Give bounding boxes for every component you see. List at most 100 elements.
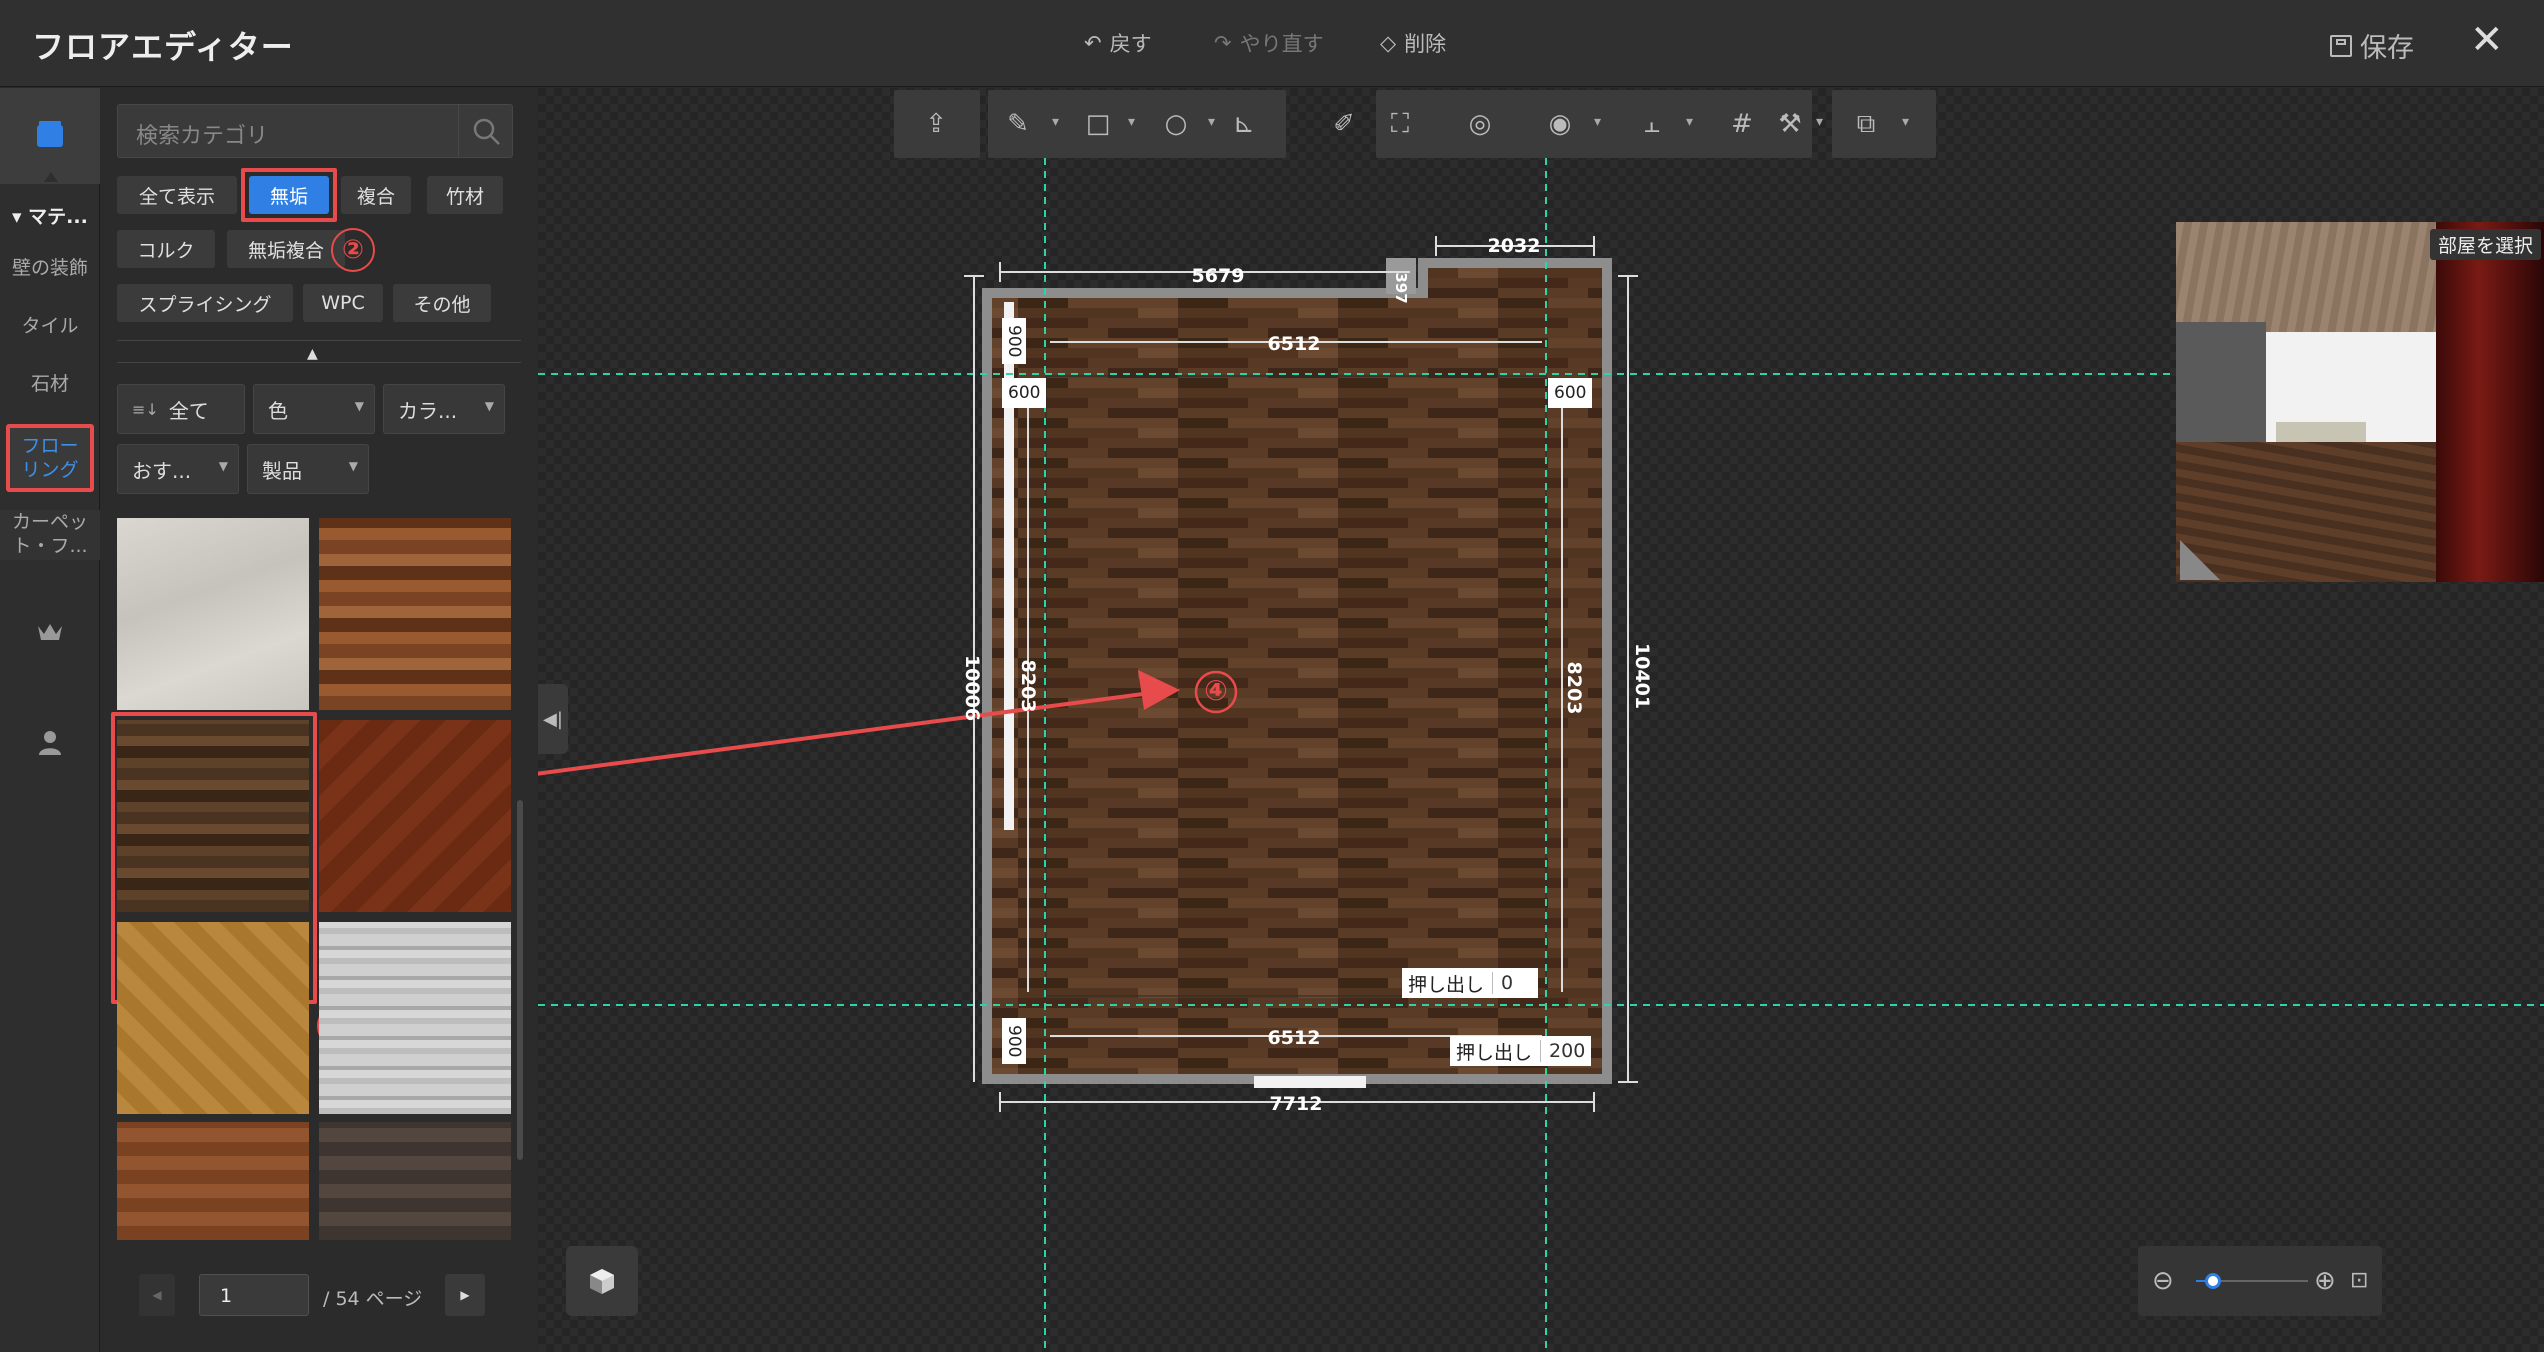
chevron-down-icon: ▼ [218,459,228,473]
dim-right-inner: 8203 [1563,662,1585,715]
redo-icon: ↷ [1214,31,1232,55]
floor-canvas[interactable]: ◀| ⇪ ✎ ▾ □ ▾ ○ ▾ ⊾ ✐ ⛶ ◎ ◉ ▾ ⫠ ▾ # ⚒ ▾ ⧉ ▾ [538,88,2544,1352]
dim-inner-top: 6512 [1268,333,1321,355]
category-cork[interactable]: コルク [117,230,215,268]
zoom-control: ⊖ ⊕ ⊡ [2138,1246,2382,1316]
material-tile[interactable] [319,1122,511,1240]
delete-button[interactable]: ◇ 削除 [1380,28,1446,58]
filter-color2[interactable]: カラ... ▼ [383,384,505,434]
save-icon [2330,34,2352,57]
dim-left-outer: 10006 [961,655,983,721]
scrollbar[interactable] [517,800,523,1160]
nav-group-materials[interactable]: ▾ マテ... [12,202,88,229]
filter-product[interactable]: 製品 ▼ [247,444,369,494]
preview-curtain [2436,222,2544,582]
offset-900-top[interactable]: 900 [1002,318,1026,364]
nav-item-carpet-label: カーペット・フ... [11,511,88,557]
prev-page-button[interactable]: ◀ [139,1274,175,1316]
offset-600-right[interactable]: 600 [1548,378,1593,408]
search-button[interactable] [458,105,512,157]
nav-item-flooring[interactable]: フローリング [6,424,94,492]
divider [117,362,521,363]
nav-item-stone[interactable]: 石材 [0,372,100,397]
redo-label: やり直す [1239,32,1324,56]
save-button[interactable]: 保存 [2330,26,2414,65]
category-wpc[interactable]: WPC [303,284,383,322]
material-tile[interactable] [319,922,511,1114]
undo-icon: ↶ [1084,31,1102,55]
divider [117,340,521,341]
nav-item-carpet[interactable]: カーペット・フ... [0,510,100,560]
material-tile[interactable] [117,518,309,710]
redo-button[interactable]: ↷ やり直す [1214,28,1324,58]
delete-label: 削除 [1404,32,1447,56]
search-input[interactable]: 検索カテゴリ [136,118,268,150]
zoom-out-icon[interactable]: ⊖ [2152,1266,2174,1296]
zoom-in-icon[interactable]: ⊕ [2314,1266,2336,1296]
room-select-button[interactable]: 部屋を選択 [2430,229,2542,260]
crown-icon[interactable] [36,620,64,648]
dim-bottom: 7712 [1270,1093,1323,1115]
extrude-outer-value: 200 [1540,1040,1585,1062]
filter-color2-label: カラ... [398,398,458,423]
chevron-down-icon: ▼ [484,399,494,413]
chevron-down-icon: ▼ [354,399,364,413]
extrude-inner-label: 押し出し [1408,973,1485,996]
title-bar: フロアエディター ↶ 戻す ↷ やり直す ◇ 削除 保存 ✕ [0,0,2544,87]
user-icon[interactable] [36,728,64,760]
next-page-button[interactable]: ▶ [445,1274,485,1316]
fit-screen-icon[interactable]: ⊡ [2350,1268,2368,1293]
app-title: フロアエディター [32,28,294,66]
filter-all[interactable]: ≡↓ 全て [117,384,245,434]
dim-left-inner: 8203 [1017,660,1039,713]
offset-900-bottom[interactable]: 900 [1002,1018,1026,1064]
sort-icon: ≡↓ [132,399,159,419]
filter-recommend[interactable]: おす... ▼ [117,444,239,494]
material-tile[interactable] [319,720,511,912]
nav-materials-tab[interactable] [0,88,100,184]
extrude-outer[interactable]: 押し出し 200 [1450,1036,1592,1066]
category-other[interactable]: その他 [393,284,491,322]
nav-item-wall-decor[interactable]: 壁の装飾 [0,256,100,281]
category-splicing[interactable]: スプライシング [117,284,293,322]
category-bamboo[interactable]: 竹材 [427,176,503,214]
search-box: 検索カテゴリ [117,104,513,158]
highlight-solid [241,168,337,222]
undo-label: 戻す [1109,32,1152,56]
dim-top-right: 2032 [1488,235,1541,257]
collapse-up-icon[interactable]: ▲ [307,346,318,362]
filter-color-label: 色 [268,398,288,423]
eraser-icon: ◇ [1380,31,1397,55]
store-icon [37,125,63,147]
step-badge-4: ④ [1204,673,1228,707]
room-3d-preview[interactable] [2176,222,2544,582]
close-button[interactable]: ✕ [2470,20,2504,60]
page-input[interactable]: 1 [199,1274,309,1316]
chevron-down-icon: ▼ [348,459,358,473]
preview-floor [2176,442,2436,582]
material-tile[interactable] [117,1122,309,1240]
nav-item-tile[interactable]: タイル [0,314,100,339]
step-badge-2: ② [331,228,375,272]
offset-600-left[interactable]: 600 [1002,378,1047,408]
zoom-slider-handle[interactable] [2204,1273,2221,1289]
extrude-inner[interactable]: 押し出し 0 [1402,968,1539,998]
extrude-inner-value: 0 [1492,972,1532,994]
undo-button[interactable]: ↶ 戻す [1084,28,1152,58]
dim-top-small: 397 [1392,272,1410,303]
search-icon [473,118,500,145]
nav-group-label: マテ... [28,206,88,228]
dim-inner-bottom: 6512 [1268,1027,1321,1049]
category-solid-composite[interactable]: 無垢複合 [227,230,345,268]
cube-icon [590,1269,614,1294]
door[interactable] [1254,1076,1366,1088]
view-3d-button[interactable] [566,1246,638,1316]
category-composite[interactable]: 複合 [341,176,411,214]
close-icon: ✕ [2470,17,2504,63]
category-all[interactable]: 全て表示 [117,176,237,214]
category-panel: 検索カテゴリ 全て表示 無垢 複合 竹材 コルク 無垢複合 ② スプライシング … [101,88,537,1352]
filter-color[interactable]: 色 ▼ [253,384,375,434]
material-tile[interactable] [319,518,511,710]
material-tile[interactable] [117,922,309,1114]
filter-recommend-label: おす... [132,458,192,483]
